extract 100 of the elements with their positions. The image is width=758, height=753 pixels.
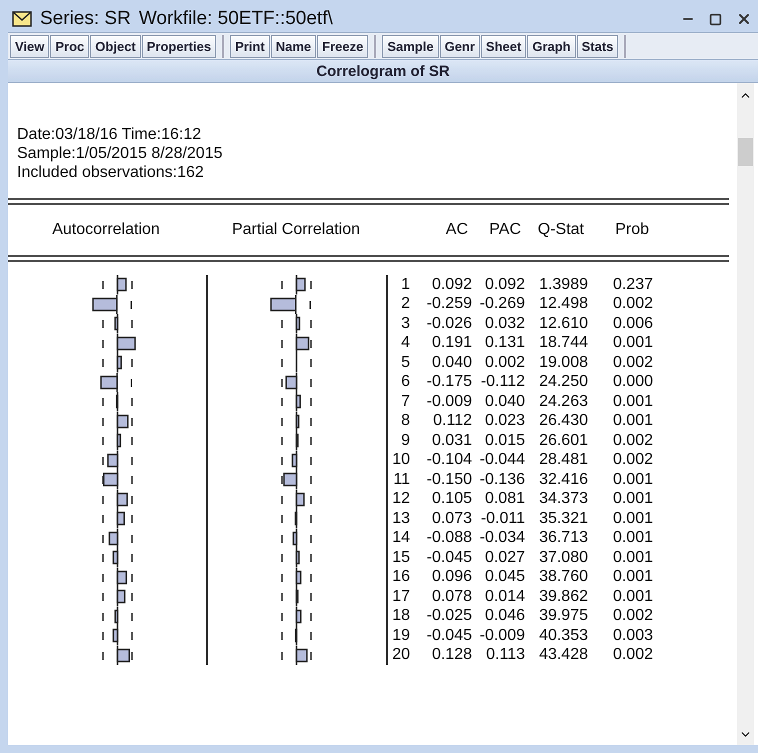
lag-cell-text: 6 (400, 373, 410, 392)
autocorrelation-bar-drawing (102, 626, 132, 646)
partial-correlation-bar-drawing (280, 548, 312, 568)
ac-cell-text: -0.150 (426, 470, 472, 489)
q-stat-cell-text: 39.862 (538, 588, 588, 606)
autocorrelation-bar-drawing (102, 275, 132, 294)
partial-correlation-bar-drawing (280, 568, 312, 587)
partial-correlation-bar-drawing (280, 587, 312, 606)
prob-cell-text: 0.002 (612, 432, 653, 450)
envelope-icon (12, 11, 32, 27)
prob-cell-text: 0.000 (612, 373, 653, 392)
partial-correlation-bar-drawing (280, 490, 312, 509)
toolbar-button[interactable]: Properties (142, 34, 216, 58)
partial-correlation-bar-drawing (280, 353, 312, 372)
autocorrelation-bar-drawing (102, 431, 132, 450)
lag-cell-text: 1 (400, 276, 410, 294)
info-line: Included observations:162 (17, 163, 205, 182)
lag-cell-text: 18 (391, 607, 410, 626)
q-stat-cell-text: 38.760 (538, 568, 588, 586)
ac-cell-text: -0.009 (426, 392, 472, 411)
toolbar-button[interactable]: Proc (50, 34, 90, 58)
lag-cell-text: 20 (391, 646, 410, 664)
pac-cell-text: 0.131 (484, 334, 525, 352)
ac-cell-text: -0.045 (426, 626, 472, 645)
lag-cell-text: 14 (391, 529, 410, 548)
partial-correlation-bar-drawing (280, 372, 312, 392)
ac-cell-text: -0.026 (426, 314, 472, 333)
pac-cell-text: 0.045 (484, 568, 525, 586)
lag-cell-text: 2 (400, 295, 410, 314)
column-header: Partial Correlation (230, 221, 362, 239)
toolbar-button[interactable]: View (10, 34, 50, 58)
autocorrelation-bar-drawing (102, 606, 132, 626)
pac-cell-text: 0.040 (484, 392, 525, 411)
pac-cell-text: 0.023 (484, 412, 525, 430)
autocorrelation-bar-drawing (102, 392, 132, 412)
ac-cell-text: -0.259 (426, 295, 472, 314)
column-header: Autocorrelation (51, 221, 161, 239)
window-title: Workfile: 50ETF::50etf\ (138, 8, 333, 30)
partial-correlation-bar-drawing (280, 528, 312, 548)
autocorrelation-bar-drawing (102, 587, 132, 606)
prob-cell-text: 0.002 (612, 646, 653, 664)
lag-cell-text: 10 (391, 451, 410, 470)
q-stat-cell-text: 32.416 (538, 470, 588, 489)
pac-cell-text: 0.092 (484, 276, 525, 294)
toolbar-button[interactable]: Stats (576, 34, 618, 58)
view-title: Correlogram of SR (8, 59, 758, 83)
toolbar-button[interactable]: Print (230, 34, 270, 58)
lag-cell-text: 17 (391, 588, 410, 606)
ac-cell-text: -0.045 (426, 548, 472, 567)
window-title: Series: SR (40, 8, 131, 30)
q-stat-cell-text: 34.373 (538, 490, 588, 508)
ac-cell-text: -0.025 (426, 607, 472, 626)
toolbar-button[interactable]: Sample (382, 34, 439, 58)
close-icon[interactable] (736, 11, 752, 27)
scrollbar-thumb[interactable] (738, 138, 753, 166)
toolbar-button[interactable]: Graph (527, 34, 576, 58)
prob-cell-text: 0.001 (612, 529, 653, 548)
q-stat-cell-text: 37.080 (538, 548, 588, 567)
ac-cell-text: -0.175 (426, 373, 472, 392)
lag-cell-text: 4 (400, 334, 410, 352)
pac-cell-text: -0.044 (478, 451, 525, 470)
toolbar-button[interactable]: Genr (440, 34, 480, 58)
autocorrelation-bar-drawing (102, 568, 132, 587)
ac-cell-text: 0.092 (430, 276, 472, 294)
q-stat-cell-text: 12.498 (538, 295, 588, 314)
q-stat-cell-text: 12.610 (538, 314, 588, 333)
ac-cell-text: 0.105 (430, 490, 472, 508)
prob-cell-text: 0.006 (612, 314, 653, 333)
prob-cell-text: 0.001 (612, 392, 653, 411)
toolbar-button[interactable]: Name (270, 34, 316, 58)
partial-correlation-bar-drawing (280, 606, 312, 626)
q-stat-cell-text: 18.744 (538, 334, 588, 352)
pac-cell-text: 0.014 (484, 588, 525, 606)
partial-correlation-bar-drawing (280, 431, 312, 450)
column-header: Q-Stat (536, 221, 585, 239)
prob-cell-text: 0.001 (612, 548, 653, 567)
partial-correlation-bar-drawing (280, 450, 312, 470)
maximize-icon[interactable] (709, 12, 722, 26)
prob-cell-text: 0.001 (612, 334, 653, 352)
prob-cell-text: 0.002 (612, 607, 653, 626)
autocorrelation-bar-drawing (100, 372, 132, 392)
lag-cell-text: 3 (400, 314, 410, 333)
toolbar-button[interactable]: Sheet (480, 34, 526, 58)
partial-correlation-bar-drawing (280, 626, 312, 646)
q-stat-cell-text: 39.975 (538, 607, 588, 626)
lag-cell-text: 13 (391, 510, 410, 528)
ac-cell-text: 0.191 (430, 334, 472, 352)
toolbar-button[interactable]: Freeze (317, 34, 368, 58)
pac-cell-text: -0.009 (478, 626, 525, 645)
lag-cell-text: 16 (391, 568, 410, 586)
scrollbar[interactable] (737, 83, 754, 745)
lag-cell-text: 5 (400, 354, 410, 372)
toolbar-button[interactable]: Object (90, 34, 141, 58)
prob-cell-text: 0.002 (612, 451, 653, 470)
lag-cell-text: 12 (391, 490, 410, 508)
prob-cell-text: 0.002 (612, 354, 653, 372)
ac-cell-text: 0.040 (430, 354, 472, 372)
prob-cell-text: 0.002 (612, 295, 653, 314)
pac-cell-text: 0.027 (484, 548, 525, 567)
prob-cell-text: 0.001 (612, 568, 653, 586)
